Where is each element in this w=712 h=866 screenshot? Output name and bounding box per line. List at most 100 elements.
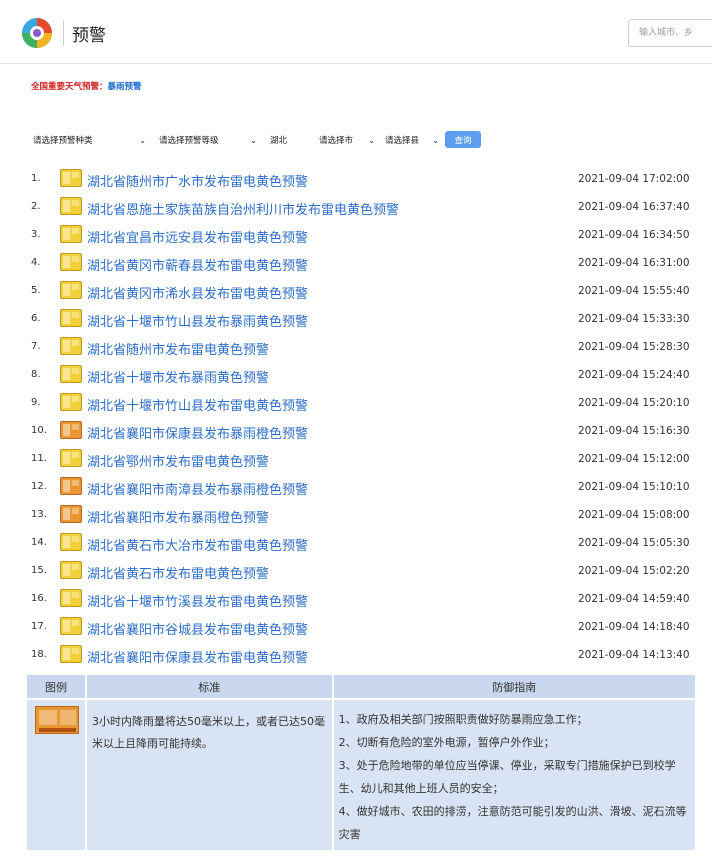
yellow-warning-icon: [60, 645, 82, 663]
alert-number: 1.: [31, 173, 41, 184]
alert-title-link[interactable]: 湖北省十堰市发布暴雨黄色预警: [87, 367, 269, 386]
legend-header-row: 图例 标准 防御指南: [27, 675, 698, 699]
province-value: 湖北: [270, 136, 288, 146]
alert-row: 18. 湖北省襄阳市保康县发布雷电黄色预警 2021-09-04 14:13:40: [0, 642, 712, 669]
warning-type-select[interactable]: 请选择预警种类 ⌄: [31, 132, 148, 148]
alert-number: 12.: [31, 481, 47, 492]
alert-title-link[interactable]: 湖北省恩施土家族苗族自治州利川市发布雷电黄色预警: [87, 199, 399, 218]
alert-number: 7.: [31, 341, 41, 352]
alert-title-link[interactable]: 湖北省襄阳市谷城县发布雷电黄色预警: [87, 619, 308, 638]
alert-title-link[interactable]: 湖北省十堰市竹溪县发布雷电黄色预警: [87, 591, 308, 610]
city-select[interactable]: 请选择市 ⌄: [317, 132, 377, 148]
yellow-warning-icon: [60, 617, 82, 635]
yellow-warning-icon: [60, 169, 82, 187]
orange-warning-icon: [60, 477, 82, 495]
alert-title-link[interactable]: 湖北省黄石市大冶市发布雷电黄色预警: [87, 535, 308, 554]
alert-title-link[interactable]: 湖北省襄阳市南漳县发布暴雨橙色预警: [87, 479, 308, 498]
alert-title-link[interactable]: 湖北省黄冈市浠水县发布雷电黄色预警: [87, 283, 308, 302]
alert-row: 14. 湖北省黄石市大冶市发布雷电黄色预警 2021-09-04 15:05:30: [0, 530, 712, 557]
alert-number: 9.: [31, 397, 41, 408]
alert-number: 14.: [31, 537, 47, 548]
alert-title-link[interactable]: 湖北省鄂州市发布雷电黄色预警: [87, 451, 269, 470]
alert-time: 2021-09-04 15:10:10: [578, 481, 690, 493]
alert-title-link[interactable]: 湖北省黄冈市蕲春县发布雷电黄色预警: [87, 255, 308, 274]
legend-header-guide: 防御指南: [332, 675, 698, 699]
alert-time: 2021-09-04 15:20:10: [578, 397, 690, 409]
alert-number: 16.: [31, 593, 47, 604]
alert-number: 4.: [31, 257, 41, 268]
yellow-warning-icon: [60, 337, 82, 355]
alert-row: 12. 湖北省襄阳市南漳县发布暴雨橙色预警 2021-09-04 15:10:10: [0, 474, 712, 501]
legend-icon-cell: [27, 698, 87, 850]
search-input[interactable]: [628, 19, 712, 47]
header-divider: [63, 20, 64, 46]
alert-title-link[interactable]: 湖北省襄阳市发布暴雨橙色预警: [87, 507, 269, 526]
legend-standard-cell: 3小时内降雨量将达50毫米以上，或者已达50毫米以上且降雨可能持续。: [85, 698, 334, 850]
alert-title-link[interactable]: 湖北省黄石市发布雷电黄色预警: [87, 563, 269, 582]
rainstorm-orange-warning-icon: [35, 706, 79, 734]
alert-title-link[interactable]: 湖北省十堰市竹山县发布暴雨黄色预警: [87, 311, 308, 330]
alert-row: 15. 湖北省黄石市发布雷电黄色预警 2021-09-04 15:02:20: [0, 558, 712, 585]
guide-item: 2、切断有危险的室外电源，暂停户外作业；: [338, 736, 555, 749]
guide-item: 1、政府及相关部门按照职责做好防暴雨应急工作；: [338, 713, 588, 726]
alert-title-link[interactable]: 湖北省宜昌市远安县发布雷电黄色预警: [87, 227, 308, 246]
alert-number: 18.: [31, 649, 47, 660]
alert-number: 2.: [31, 201, 41, 212]
alert-row: 1. 湖北省随州市广水市发布雷电黄色预警 2021-09-04 17:02:00: [0, 166, 712, 193]
county-value: 请选择县: [385, 136, 420, 146]
alert-number: 17.: [31, 621, 47, 632]
alert-title-link[interactable]: 湖北省十堰市竹山县发布雷电黄色预警: [87, 395, 308, 414]
alert-row: 6. 湖北省十堰市竹山县发布暴雨黄色预警 2021-09-04 15:33:30: [0, 306, 712, 333]
guide-item: 3、处于危险地带的单位应当停课、停业，采取专门措施保护已到校学生、幼儿和其他上班…: [338, 759, 676, 795]
yellow-warning-icon: [60, 449, 82, 467]
alert-number: 3.: [31, 229, 41, 240]
city-value: 请选择市: [319, 136, 354, 146]
alert-title-link[interactable]: 湖北省随州市发布雷电黄色预警: [87, 339, 269, 358]
alert-row: 13. 湖北省襄阳市发布暴雨橙色预警 2021-09-04 15:08:00: [0, 502, 712, 529]
national-warning: 全国重要天气预警：暴雨预警: [31, 80, 142, 92]
alert-row: 9. 湖北省十堰市竹山县发布雷电黄色预警 2021-09-04 15:20:10: [0, 390, 712, 417]
yellow-warning-icon: [60, 561, 82, 579]
yellow-warning-icon: [60, 225, 82, 243]
legend-row: 3小时内降雨量将达50毫米以上，或者已达50毫米以上且降雨可能持续。 1、政府及…: [27, 698, 698, 850]
yellow-warning-icon: [60, 589, 82, 607]
county-select[interactable]: 请选择县 ⌄: [383, 132, 441, 148]
chevron-down-icon: ⌄: [250, 135, 257, 145]
header: 预警: [0, 0, 712, 64]
yellow-warning-icon: [60, 309, 82, 327]
legend-table: 图例 标准 防御指南 3小时内降雨量将达50毫米以上，或者已达50毫米以上且降雨…: [27, 675, 698, 850]
alert-time: 2021-09-04 17:02:00: [578, 173, 690, 185]
warning-level-value: 请选择预警等级: [159, 136, 219, 146]
alert-title-link[interactable]: 湖北省襄阳市保康县发布暴雨橙色预警: [87, 423, 308, 442]
query-button[interactable]: 查询: [445, 131, 481, 148]
alert-time: 2021-09-04 14:18:40: [578, 621, 690, 633]
chevron-down-icon: ⌄: [368, 135, 375, 145]
national-warning-label: 全国重要天气预警：: [31, 82, 108, 92]
alert-title-link[interactable]: 湖北省随州市广水市发布雷电黄色预警: [87, 171, 308, 190]
alert-time: 2021-09-04 15:24:40: [578, 369, 690, 381]
alert-row: 8. 湖北省十堰市发布暴雨黄色预警 2021-09-04 15:24:40: [0, 362, 712, 389]
chevron-down-icon: ⌄: [139, 135, 146, 145]
weather-logo-icon[interactable]: [20, 16, 54, 50]
orange-warning-icon: [60, 505, 82, 523]
alert-time: 2021-09-04 16:31:00: [578, 257, 690, 269]
yellow-warning-icon: [60, 533, 82, 551]
alert-time: 2021-09-04 15:28:30: [578, 341, 690, 353]
legend-guide-cell: 1、政府及相关部门按照职责做好防暴雨应急工作； 2、切断有危险的室外电源，暂停户…: [332, 698, 698, 850]
alert-time: 2021-09-04 15:33:30: [578, 313, 690, 325]
alert-row: 17. 湖北省襄阳市谷城县发布雷电黄色预警 2021-09-04 14:18:40: [0, 614, 712, 641]
alert-row: 2. 湖北省恩施土家族苗族自治州利川市发布雷电黄色预警 2021-09-04 16:…: [0, 194, 712, 221]
yellow-warning-icon: [60, 365, 82, 383]
alert-time: 2021-09-04 15:12:00: [578, 453, 690, 465]
national-warning-link[interactable]: 暴雨预警: [108, 82, 142, 92]
orange-warning-icon: [60, 421, 82, 439]
warning-level-select[interactable]: 请选择预警等级 ⌄: [157, 132, 259, 148]
alert-title-link[interactable]: 湖北省襄阳市保康县发布雷电黄色预警: [87, 647, 308, 666]
alert-time: 2021-09-04 16:34:50: [578, 229, 690, 241]
alert-time: 2021-09-04 14:59:40: [578, 593, 690, 605]
chevron-down-icon: ⌄: [432, 135, 439, 145]
alert-row: 16. 湖北省十堰市竹溪县发布雷电黄色预警 2021-09-04 14:59:40: [0, 586, 712, 613]
warning-type-value: 请选择预警种类: [33, 136, 93, 146]
alert-row: 3. 湖北省宜昌市远安县发布雷电黄色预警 2021-09-04 16:34:50: [0, 222, 712, 249]
page-title: 预警: [72, 26, 106, 46]
